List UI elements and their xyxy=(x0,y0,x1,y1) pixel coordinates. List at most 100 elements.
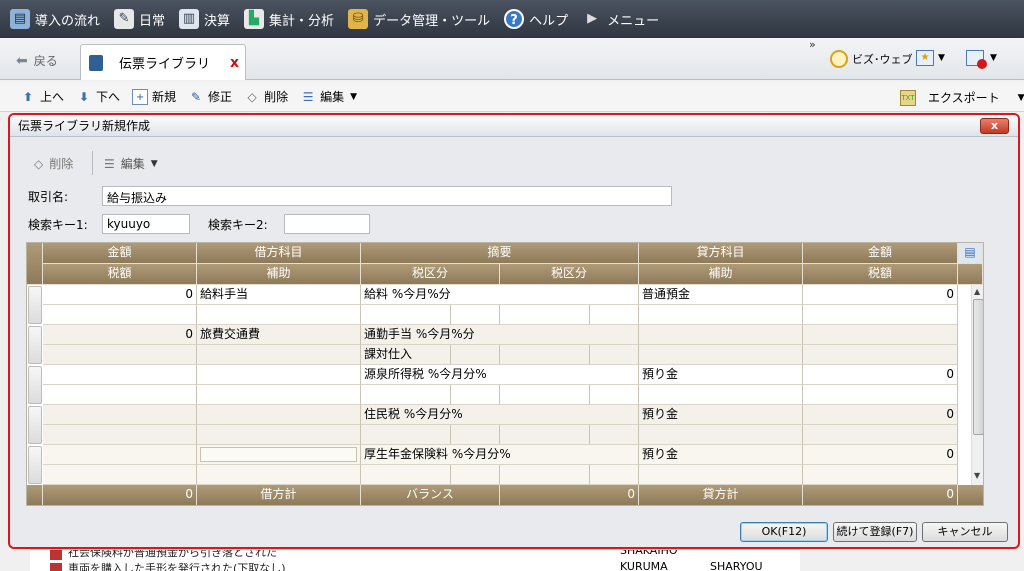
grid-scrollbar[interactable]: ▲ ▼ xyxy=(971,285,983,485)
menu-item-daily[interactable]: ✎ 日常 xyxy=(114,9,165,29)
grid-cell-taxcat-rate[interactable] xyxy=(451,385,500,405)
grid-cell-tax[interactable] xyxy=(803,425,958,445)
list-item[interactable]: 車両を購入した手形を発行された(下取なし) xyxy=(68,560,286,571)
grid-cell-summary[interactable]: 給料 %今月%分 xyxy=(361,285,639,305)
modify-button[interactable]: ✎ 修正 xyxy=(188,88,232,105)
row-selector[interactable] xyxy=(28,446,42,484)
grid-cell-summary[interactable]: 厚生年金保険料 %今月分% xyxy=(361,445,639,465)
window-close-dropdown[interactable]: ▼ xyxy=(966,50,997,69)
grid-settings-button[interactable]: ▤ xyxy=(958,243,983,264)
grid-cell-sub[interactable] xyxy=(197,465,361,485)
back-button[interactable]: ⬅ 戻る xyxy=(16,52,58,69)
bizweb-button[interactable]: ビズ･ウェブ xyxy=(830,50,913,68)
grid-cell-tax[interactable] xyxy=(43,305,197,325)
move-up-button[interactable]: ⬆ 上へ xyxy=(20,88,64,105)
grid-cell-amount[interactable]: 0 xyxy=(43,325,197,345)
export-button[interactable]: TXT エクスポート ▼ xyxy=(900,89,1024,106)
grid-cell-debit[interactable] xyxy=(197,405,361,425)
grid-cell-amount[interactable]: 0 xyxy=(43,285,197,305)
grid-cell-taxcat[interactable] xyxy=(500,305,590,325)
grid-cell-summary[interactable]: 源泉所得税 %今月分% xyxy=(361,365,639,385)
grid-cell-sub[interactable] xyxy=(197,425,361,445)
grid-cell-amount[interactable] xyxy=(43,445,197,465)
grid-cell-sub[interactable] xyxy=(197,305,361,325)
grid-cell-taxcat[interactable] xyxy=(500,425,590,445)
grid-cell-tax[interactable] xyxy=(803,465,958,485)
menu-item-menu[interactable]: ▶ メニュー xyxy=(582,9,659,29)
row-selector[interactable] xyxy=(28,366,42,404)
grid-cell-credit[interactable]: 預り金 xyxy=(639,445,803,465)
grid-cell-credit[interactable]: 普通預金 xyxy=(639,285,803,305)
grid-cell-taxcat[interactable] xyxy=(361,425,451,445)
grid-cell-tax[interactable] xyxy=(803,305,958,325)
grid-cell-taxcat-rate[interactable] xyxy=(451,425,500,445)
scroll-thumb[interactable] xyxy=(973,299,983,435)
grid-cell-taxcat-rate[interactable] xyxy=(590,345,639,365)
grid-cell-sub[interactable] xyxy=(639,305,803,325)
grid-cell-sub[interactable] xyxy=(639,345,803,365)
move-down-button[interactable]: ⬇ 下へ xyxy=(76,88,120,105)
delete-button[interactable]: ◇ 削除 xyxy=(244,88,288,105)
grid-cell-taxcat[interactable] xyxy=(500,345,590,365)
grid-cell-credit[interactable] xyxy=(639,325,803,345)
edit-menu-button[interactable]: ☰ 編集 ▼ xyxy=(300,88,357,105)
row-selector[interactable] xyxy=(28,326,42,364)
debit-editor[interactable] xyxy=(200,447,357,462)
list-item[interactable]: 社会保険料が普通預金から引き落とされた xyxy=(68,550,277,560)
grid-cell-amount[interactable] xyxy=(43,365,197,385)
grid-cell-taxcat-rate[interactable] xyxy=(590,305,639,325)
search-key1-input[interactable]: kyuuyo xyxy=(102,214,190,234)
grid-cell-taxcat-rate[interactable] xyxy=(451,345,500,365)
grid-cell-amount[interactable] xyxy=(43,405,197,425)
grid-cell-credit-amount[interactable] xyxy=(803,325,958,345)
grid-cell-sub[interactable] xyxy=(639,385,803,405)
grid-cell-credit[interactable]: 預り金 xyxy=(639,365,803,385)
grid-cell-sub[interactable] xyxy=(639,425,803,445)
scroll-up-icon[interactable]: ▲ xyxy=(974,287,980,296)
grid-cell-credit-amount[interactable]: 0 xyxy=(803,405,958,425)
grid-cell-tax[interactable] xyxy=(43,465,197,485)
grid-cell-sub[interactable] xyxy=(197,385,361,405)
grid-cell-credit-amount[interactable]: 0 xyxy=(803,365,958,385)
grid-cell-taxcat-rate[interactable] xyxy=(451,305,500,325)
grid-cell-sub[interactable] xyxy=(639,465,803,485)
grid-cell-taxcat[interactable] xyxy=(500,465,590,485)
grid-cell-taxcat[interactable]: 課対仕入 xyxy=(361,345,451,365)
menu-item-flow[interactable]: ▤ 導入の流れ xyxy=(10,9,100,29)
grid-cell-taxcat[interactable] xyxy=(361,465,451,485)
grid-cell-credit[interactable]: 預り金 xyxy=(639,405,803,425)
grid-cell-taxcat[interactable] xyxy=(361,305,451,325)
tab-voucher-library[interactable]: 伝票ライブラリ x xyxy=(80,44,246,80)
menu-item-data-tools[interactable]: ⛁ データ管理・ツール xyxy=(348,9,490,29)
grid-cell-debit-editing[interactable] xyxy=(197,445,361,465)
ok-button[interactable]: OK(F12) xyxy=(740,522,828,542)
grid-cell-summary[interactable]: 通勤手当 %今月%分 xyxy=(361,325,639,345)
grid-cell-debit[interactable]: 給料手当 xyxy=(197,285,361,305)
grid-cell-tax[interactable] xyxy=(803,345,958,365)
grid-cell-sub[interactable] xyxy=(197,345,361,365)
new-button[interactable]: + 新規 xyxy=(132,88,176,105)
cancel-button[interactable]: キャンセル xyxy=(922,522,1008,542)
scroll-down-icon[interactable]: ▼ xyxy=(974,471,980,480)
row-selector[interactable] xyxy=(28,406,42,444)
grid-cell-tax[interactable] xyxy=(43,385,197,405)
favorites-dropdown[interactable]: ★ ▼ xyxy=(916,50,945,66)
grid-cell-summary[interactable]: 住民税 %今月分% xyxy=(361,405,639,425)
grid-cell-taxcat-rate[interactable] xyxy=(590,465,639,485)
grid-cell-taxcat[interactable] xyxy=(500,385,590,405)
grid-cell-taxcat[interactable] xyxy=(361,385,451,405)
grid-cell-taxcat-rate[interactable] xyxy=(590,425,639,445)
row-selector[interactable] xyxy=(28,286,42,324)
tab-close-button[interactable]: x xyxy=(230,55,239,71)
grid-cell-debit[interactable] xyxy=(197,365,361,385)
grid-cell-credit-amount[interactable]: 0 xyxy=(803,285,958,305)
torihiki-input[interactable]: 給与振込み xyxy=(102,186,672,206)
grid-cell-tax[interactable] xyxy=(803,385,958,405)
dialog-delete-button[interactable]: ◇ 削除 xyxy=(34,155,73,172)
grid-cell-credit-amount[interactable]: 0 xyxy=(803,445,958,465)
grid-cell-taxcat-rate[interactable] xyxy=(590,385,639,405)
search-key2-input[interactable] xyxy=(284,214,370,234)
dialog-close-button[interactable]: x xyxy=(980,118,1009,134)
continue-register-button[interactable]: 続けて登録(F7) xyxy=(833,522,917,542)
grid-cell-debit[interactable]: 旅費交通費 xyxy=(197,325,361,345)
